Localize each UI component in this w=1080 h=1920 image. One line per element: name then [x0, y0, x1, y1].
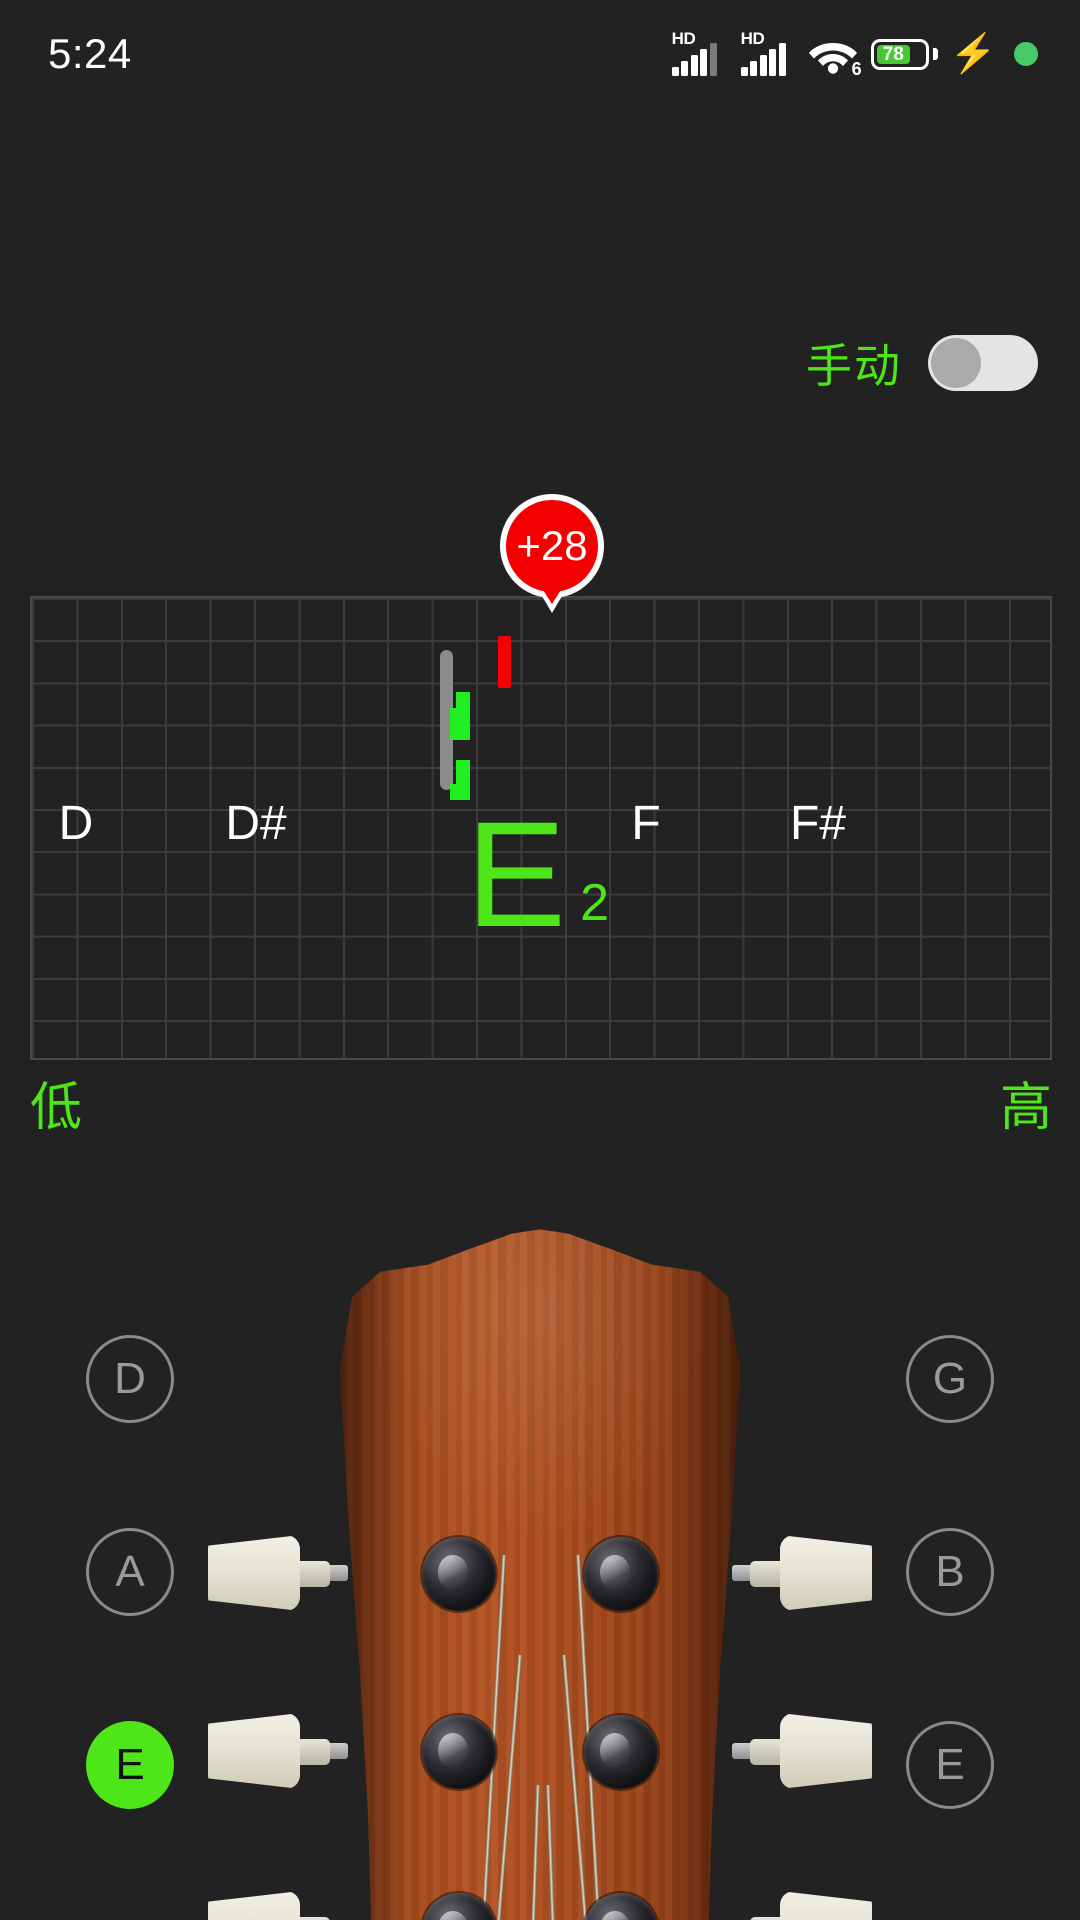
string-button-b[interactable]: B [906, 1528, 994, 1616]
battery-icon: 78 [870, 38, 938, 71]
status-bar-clock: 5:24 [48, 30, 132, 77]
tuning-key-e-high[interactable] [780, 1891, 872, 1920]
string-button-d[interactable]: D [86, 1335, 174, 1423]
tuning-key-b[interactable] [780, 1713, 872, 1789]
pitch-high-label: 高 [999, 1079, 1052, 1137]
tuning-key-e-low[interactable] [208, 1891, 300, 1920]
tuning-post-a [422, 1715, 496, 1789]
string-button-a-label: A [115, 1547, 145, 1596]
string-button-e-high-label: E [935, 1740, 965, 1789]
guitar-headstock-area: D A E G B E [0, 1215, 1080, 1920]
scale-label-fs: F# [789, 797, 847, 850]
battery-percent-label: 78 [882, 43, 904, 65]
cellular-signal-icon-sim1: HD [670, 30, 728, 76]
recording-dot-icon [1014, 42, 1038, 66]
string-button-g[interactable]: G [906, 1335, 994, 1423]
string-button-d-label: D [114, 1354, 146, 1403]
headstock-shading [340, 1229, 740, 1920]
detected-note-display: E 2 [466, 790, 609, 958]
manual-mode-row[interactable]: 手动 [806, 330, 1038, 396]
battery-terminal [932, 48, 938, 60]
detected-note-name: E [466, 790, 567, 958]
charging-bolt-icon: ⚡ [949, 33, 997, 75]
scale-label-d: D [58, 797, 94, 850]
signal-bars-sim1 [671, 43, 717, 76]
cents-offset-circle: +28 [500, 494, 604, 598]
pitch-low-label: 低 [30, 1079, 83, 1137]
tuning-key-a[interactable] [208, 1713, 300, 1789]
status-bar-icons: HD HD 6 78 ⚡ [670, 30, 1038, 79]
cents-offset-value: +28 [516, 522, 588, 569]
manual-mode-label: 手动 [806, 340, 902, 392]
string-button-e-low[interactable]: E [86, 1721, 174, 1809]
tuning-post-b [584, 1715, 658, 1789]
status-bar: 5:24 HD HD 6 78 ⚡ [0, 0, 1080, 108]
wifi-generation-label: 6 [851, 59, 862, 79]
string-button-e-low-label: E [115, 1740, 145, 1789]
string-button-e-high[interactable]: E [906, 1721, 994, 1809]
string-button-g-label: G [932, 1354, 968, 1403]
guitar-headstock-image [208, 1225, 872, 1920]
manual-mode-toggle[interactable] [928, 335, 1038, 391]
toggle-knob [931, 338, 981, 388]
tuning-key-d[interactable] [208, 1535, 300, 1611]
tuning-post-g [584, 1537, 658, 1611]
pitch-range-labels: 低 高 [30, 1082, 1052, 1134]
tuning-key-g[interactable] [780, 1535, 872, 1611]
wifi-icon: 6 [808, 32, 862, 79]
current-pitch-needle [498, 636, 511, 688]
scale-label-ds: D# [225, 797, 287, 850]
battery-fill: 78 [876, 43, 910, 65]
string-button-b-label: B [935, 1547, 965, 1596]
tuning-post-d [422, 1537, 496, 1611]
in-tune-segment-upper-tip [450, 708, 464, 740]
cellular-signal-icon-sim2: HD [739, 30, 797, 76]
in-tune-segment-lower-tip [450, 784, 464, 800]
battery-shell: 78 [870, 38, 929, 70]
signal-bars-sim2 [740, 43, 786, 76]
string-button-a[interactable]: A [86, 1528, 174, 1616]
scale-label-f: F [631, 797, 661, 850]
detected-note-octave: 2 [580, 874, 609, 932]
cents-offset-badge: +28 [500, 494, 604, 613]
cents-badge-pointer-inner [543, 590, 561, 604]
pitch-meter-grid: +28 E 2 D D# F F# [30, 494, 1052, 1060]
